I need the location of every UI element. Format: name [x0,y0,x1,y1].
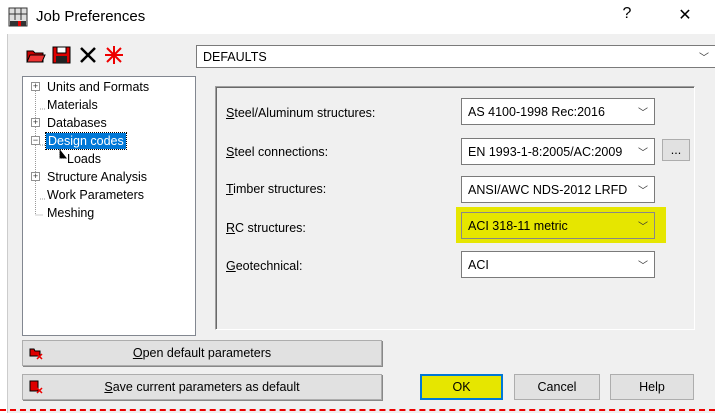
steel-code-value: AS 4100-1998 Rec:2016 [468,104,605,119]
connections-code-select[interactable]: EN 1993-1-8:2005/AC:2009 ﹀ [461,138,655,165]
chevron-down-icon: ﹀ [699,53,709,64]
profile-value: DEFAULTS [203,49,267,64]
expand-icon[interactable]: + [31,118,40,127]
red-dashed-line [0,409,715,411]
close-button[interactable]: ✕ [670,5,700,25]
tree-item-design-codes[interactable]: Design codes [45,132,127,150]
connections-more-button[interactable]: ... [662,139,690,161]
rc-label: RC structures: [226,221,306,235]
toolbar [26,45,124,65]
cancel-button[interactable]: Cancel [514,374,600,400]
timber-code-select[interactable]: ANSI/AWC NDS-2012 LRFD ﹀ [461,176,655,203]
rc-code-select[interactable]: ACI 318-11 metric ﹀ [461,212,655,239]
timber-code-value: ANSI/AWC NDS-2012 LRFD [468,182,628,197]
save-as-default-button[interactable]: Save current parameters as default [22,374,382,400]
rc-code-value: ACI 318-11 metric [468,218,568,233]
tree-item-units[interactable]: Units and Formats [47,80,149,94]
app-icon [8,7,28,27]
geotechnical-label: Geotechnical: [226,259,303,273]
chevron-down-icon: ﹀ [638,186,648,197]
help-button[interactable]: Help [610,374,694,400]
category-tree: + Units and Formats Materials + Database… [22,76,196,336]
tree-item-databases[interactable]: Databases [47,116,107,130]
geotechnical-code-value: ACI [468,257,489,272]
window-title: Job Preferences [36,8,146,25]
expand-icon[interactable]: + [31,82,40,91]
chevron-down-icon: ﹀ [638,148,648,159]
help-title-button[interactable]: ? [612,5,642,23]
ok-button[interactable]: OK [420,374,503,400]
tree-item-meshing[interactable]: Meshing [47,206,94,220]
tree-item-work-parameters[interactable]: Work Parameters [47,188,144,202]
tree-item-structure-analysis[interactable]: Structure Analysis [47,170,147,184]
connections-code-value: EN 1993-1-8:2005/AC:2009 [468,144,623,159]
expand-icon[interactable]: + [31,172,40,181]
timber-label: Timber structures: [226,182,327,196]
geotechnical-code-select[interactable]: ACI ﹀ [461,251,655,278]
tree-item-materials[interactable]: Materials [47,98,98,112]
title-bar: Job Preferences ? ✕ [0,0,715,34]
collapse-icon[interactable]: − [31,136,40,145]
steel-code-select[interactable]: AS 4100-1998 Rec:2016 ﹀ [461,98,655,125]
steel-label: Steel/Aluminum structures: [226,106,376,120]
connections-label: Steel connections: [226,145,329,159]
window-border [0,34,8,413]
save-default-icon [29,380,43,394]
profile-select[interactable]: DEFAULTS ﹀ [196,45,715,68]
save-icon[interactable] [52,45,72,65]
tree-item-loads[interactable]: Loads [67,152,101,166]
chevron-down-icon: ﹀ [638,108,648,119]
open-icon[interactable] [26,45,46,65]
open-default-icon [29,348,43,360]
chevron-down-icon: ﹀ [638,222,648,233]
delete-icon[interactable] [78,45,98,65]
chevron-down-icon: ﹀ [638,261,648,272]
reset-icon[interactable] [104,45,124,65]
open-default-parameters-button[interactable]: Open default parameters [22,340,382,366]
